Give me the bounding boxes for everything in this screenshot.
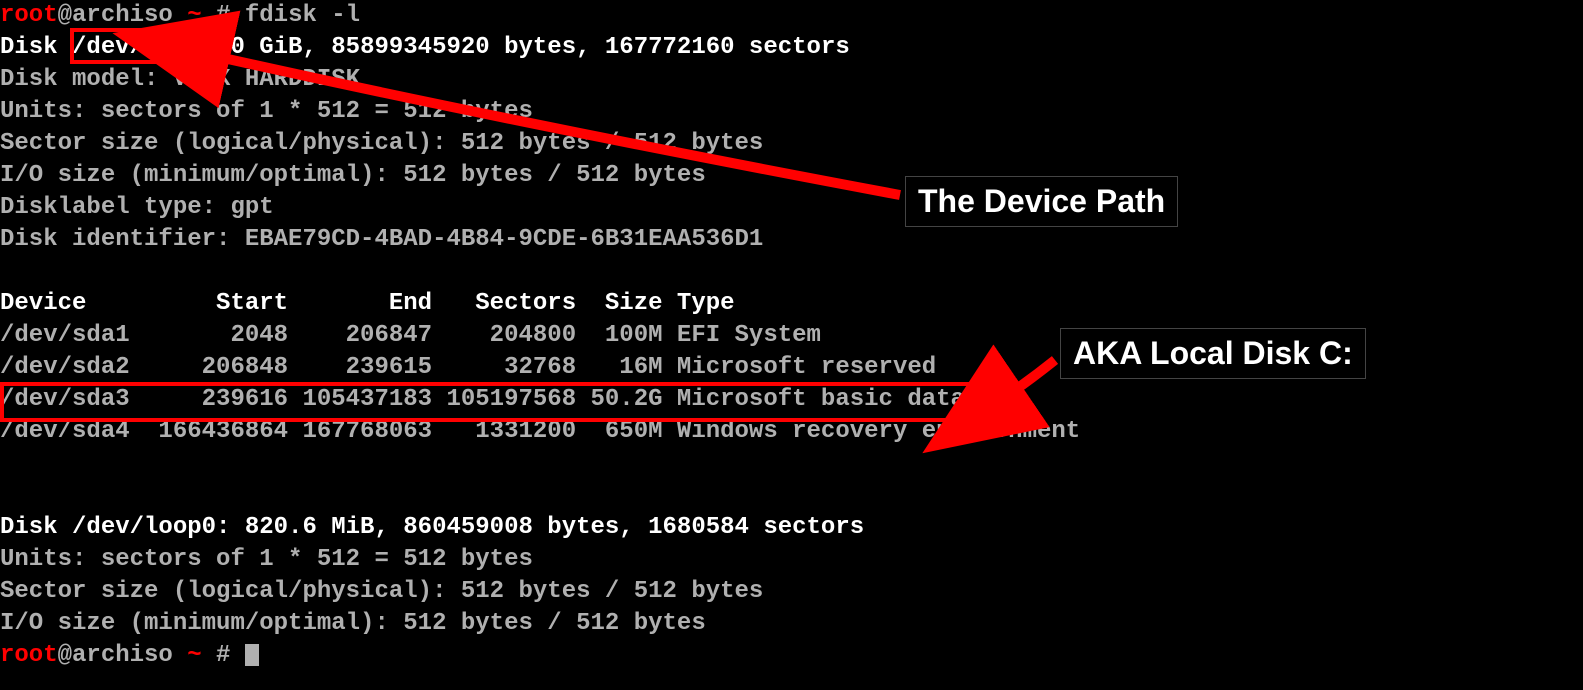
- command-text: fdisk -l: [245, 2, 360, 29]
- disk-units: Units: sectors of 1 * 512 = 512 bytes: [0, 98, 533, 125]
- prompt-hash: #: [202, 2, 245, 29]
- disk-model: Disk model: VBOX HARDDISK: [0, 66, 360, 93]
- cursor-block: [245, 644, 259, 666]
- annotation-local-disk-c: AKA Local Disk C:: [1060, 328, 1366, 379]
- disk-labeltype: Disklabel type: gpt: [0, 194, 274, 221]
- disk2-io: I/O size (minimum/optimal): 512 bytes / …: [0, 610, 706, 637]
- annotation-device-path: The Device Path: [905, 176, 1178, 227]
- prompt2-host: @archiso: [58, 642, 188, 669]
- disk2-units: Units: sectors of 1 * 512 = 512 bytes: [0, 546, 533, 573]
- prompt-host: @archiso: [58, 2, 188, 29]
- prompt2-user: root: [0, 642, 58, 669]
- prompt-user: root: [0, 2, 58, 29]
- prompt2-tilde: ~: [187, 642, 201, 669]
- disk-rest: : 80 GiB, 85899345920 bytes, 167772160 s…: [187, 34, 850, 61]
- table-row-highlighted: /dev/sda3 239616 105437183 105197568 50.…: [0, 386, 965, 413]
- disk-io: I/O size (minimum/optimal): 512 bytes / …: [0, 162, 706, 189]
- table-row: /dev/sda1 2048 206847 204800 100M EFI Sy…: [0, 322, 821, 349]
- disk2-header: Disk /dev/loop0: 820.6 MiB, 860459008 by…: [0, 514, 864, 541]
- prompt2-hash: #: [202, 642, 245, 669]
- disk-prefix: Disk: [0, 34, 72, 61]
- table-row: /dev/sda2 206848 239615 32768 16M Micros…: [0, 354, 936, 381]
- table-header: Device Start End Sectors Size Type: [0, 290, 735, 317]
- disk-path: /dev/sda: [72, 34, 187, 61]
- disk-identifier: Disk identifier: EBAE79CD-4BAD-4B84-9CDE…: [0, 226, 763, 253]
- disk2-sector: Sector size (logical/physical): 512 byte…: [0, 578, 763, 605]
- table-row: /dev/sda4 166436864 167768063 1331200 65…: [0, 418, 1080, 445]
- prompt-tilde: ~: [187, 2, 201, 29]
- disk-sector: Sector size (logical/physical): 512 byte…: [0, 130, 763, 157]
